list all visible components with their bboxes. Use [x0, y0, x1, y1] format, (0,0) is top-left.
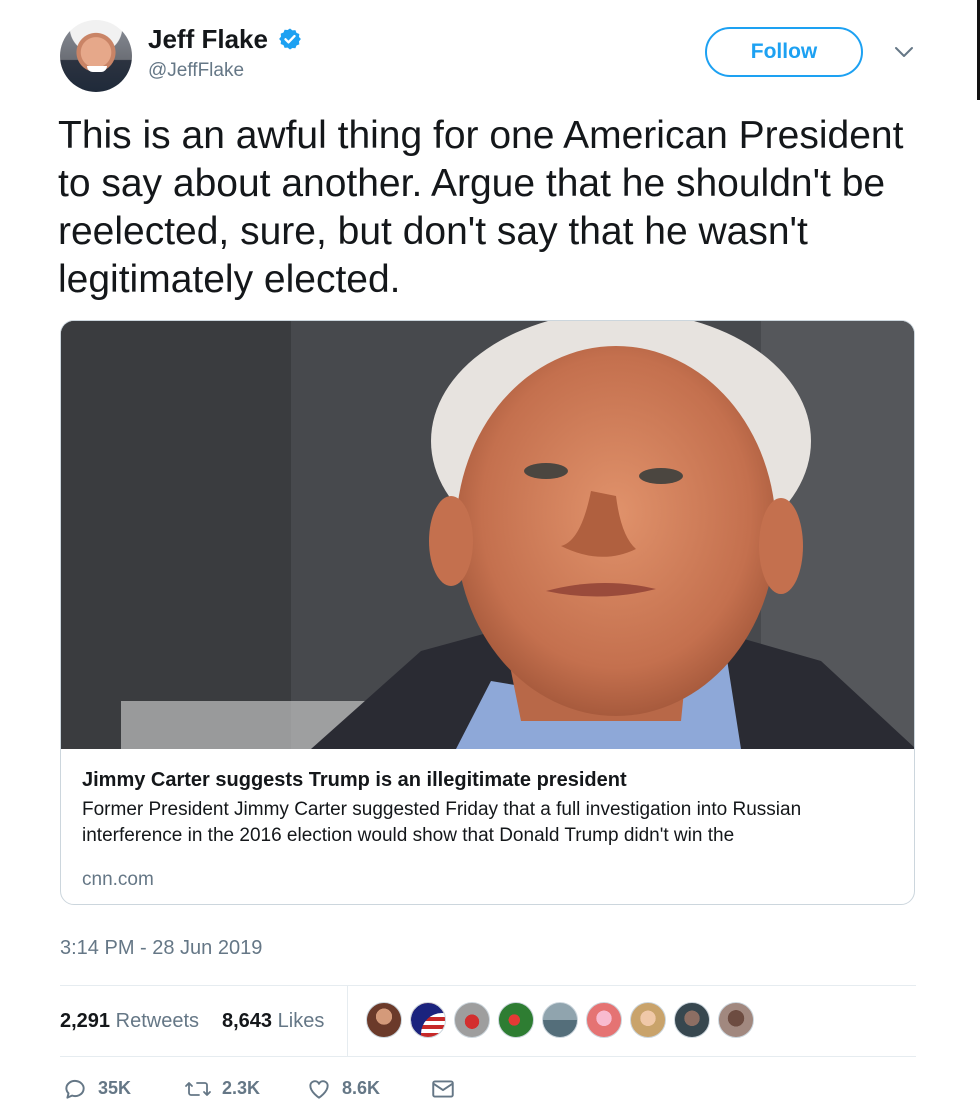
direct-message-action[interactable]: [430, 1076, 466, 1102]
liker-avatar[interactable]: [498, 1002, 534, 1038]
author-block[interactable]: Jeff Flake @JeffFlake: [148, 24, 302, 82]
card-photo: [61, 321, 914, 749]
reply-count: 35K: [98, 1077, 132, 1098]
avatar-detail: [87, 66, 107, 72]
avatar[interactable]: [60, 20, 132, 92]
author-name[interactable]: Jeff Flake: [148, 24, 268, 54]
retweets-label: Retweets: [115, 1010, 199, 1032]
card-domain: cnn.com: [82, 869, 154, 890]
reply-action[interactable]: 35K: [62, 1076, 131, 1102]
author-handle[interactable]: @JeffFlake: [148, 60, 302, 82]
reply-icon: [65, 1080, 85, 1099]
liker-avatar[interactable]: [542, 1002, 578, 1038]
likes-stat[interactable]: 8,643 Likes: [222, 1010, 324, 1033]
retweet-icon: [185, 1082, 211, 1096]
retweet-action[interactable]: 2.3K: [184, 1076, 260, 1102]
likes-count: 8,643: [222, 1010, 273, 1032]
liker-avatar[interactable]: [366, 1002, 402, 1038]
card-description: Former President Jimmy Carter suggested …: [82, 799, 802, 846]
tweet-header: Jeff Flake @JeffFlake Follow: [60, 20, 920, 94]
liker-avatar[interactable]: [674, 1002, 710, 1038]
direct-message-icon: [432, 1080, 454, 1098]
tweet-text: This is an awful thing for one American …: [58, 114, 904, 301]
liker-avatar[interactable]: [454, 1002, 490, 1038]
stats-separator: [347, 986, 348, 1056]
tweet-timestamp[interactable]: 3:14 PM - 28 Jun 2019: [60, 937, 262, 960]
retweet-count: 2.3K: [222, 1077, 261, 1098]
like-count: 8.6K: [342, 1077, 381, 1098]
chevron-down-icon[interactable]: [892, 44, 916, 60]
retweets-count: 2,291: [60, 1010, 111, 1032]
engagement-stats: 2,291 Retweets 8,643 Likes: [60, 986, 916, 1056]
tweet-actions: 35K 2.3K 8.6K: [60, 1070, 916, 1110]
follow-button[interactable]: Follow: [705, 27, 863, 77]
like-action[interactable]: 8.6K: [306, 1076, 380, 1102]
retweets-stat[interactable]: 2,291 Retweets: [60, 1010, 199, 1033]
liker-avatar[interactable]: [718, 1002, 754, 1038]
card-title[interactable]: Jimmy Carter suggests Trump is an illegi…: [82, 767, 894, 793]
heart-icon: [309, 1080, 329, 1099]
liker-avatar[interactable]: [586, 1002, 622, 1038]
card-body: Jimmy Carter suggests Trump is an illegi…: [82, 767, 894, 891]
liker-avatar[interactable]: [630, 1002, 666, 1038]
likes-label: Likes: [277, 1010, 325, 1032]
link-card[interactable]: Jimmy Carter suggests Trump is an illegi…: [60, 320, 915, 905]
divider: [60, 1056, 916, 1057]
verified-badge-icon: [279, 28, 302, 50]
liker-avatar[interactable]: [410, 1002, 446, 1038]
card-image[interactable]: [61, 321, 914, 749]
